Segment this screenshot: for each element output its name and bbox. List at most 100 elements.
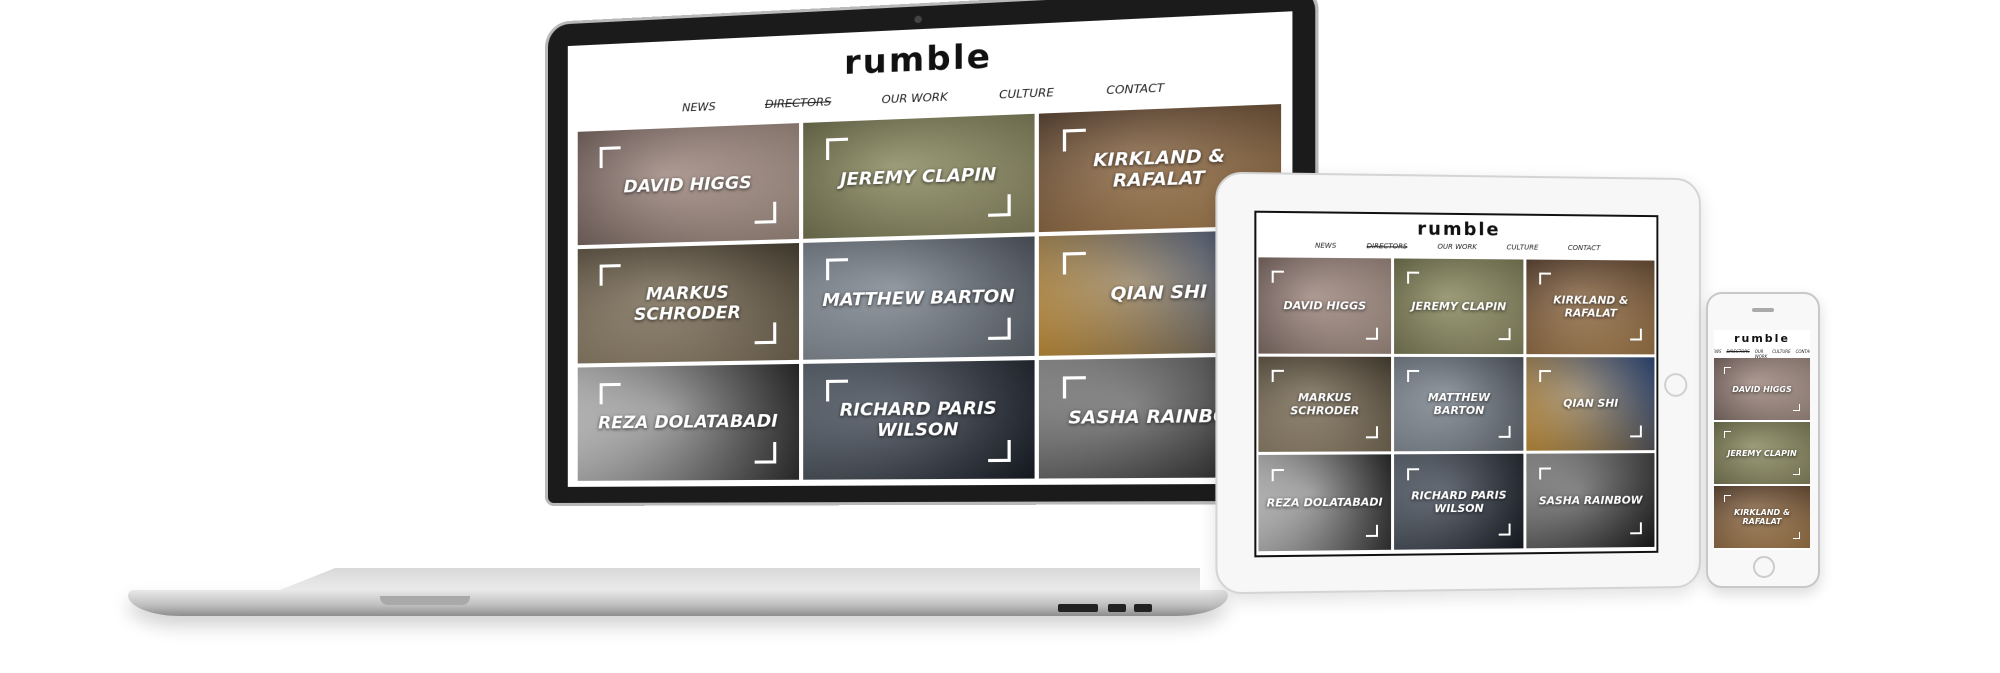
director-tile[interactable]: JEREMY CLAPIN — [1714, 422, 1810, 484]
corner-bracket-icon — [754, 322, 777, 345]
director-tile[interactable]: REZA DOLATABADI — [1258, 454, 1391, 552]
nav-item-our-work[interactable]: OUR WORK — [1437, 243, 1476, 251]
corner-bracket-icon — [599, 382, 621, 404]
corner-bracket-icon — [599, 264, 621, 286]
home-button-icon — [1753, 556, 1775, 578]
corner-bracket-icon — [1723, 494, 1731, 502]
director-tile[interactable]: SASHA RAINBOW — [1526, 453, 1655, 549]
director-tile[interactable]: DAVID HIGGS — [1258, 257, 1391, 354]
corner-bracket-icon — [1406, 369, 1419, 382]
director-tile[interactable]: KIRKLAND & RAFALAT — [1714, 486, 1810, 548]
nav-item-contact[interactable]: CONTACT — [1106, 81, 1164, 97]
nav-item-culture[interactable]: CULTURE — [1507, 243, 1539, 251]
director-name: KIRKLAND & RAFALAT — [1734, 508, 1790, 526]
director-name: MARKUS SCHRODER — [1290, 391, 1360, 418]
nav-item-our-work[interactable]: OUR WORK — [882, 90, 948, 106]
nav-item-directors[interactable]: DIRECTORS — [1367, 242, 1408, 250]
director-tile[interactable]: QIAN SHI — [1526, 356, 1655, 452]
director-name: SASHA RAINBOW — [1538, 493, 1643, 508]
director-tile[interactable]: JEREMY CLAPIN — [803, 113, 1035, 240]
main-nav: NEWS DIRECTORS OUR WORK CULTURE CONTACT — [1256, 241, 1656, 253]
hdmi-port-icon — [1134, 604, 1152, 612]
director-name: MARKUS SCHRODER — [634, 282, 741, 326]
corner-bracket-icon — [1793, 532, 1801, 540]
phone-mockup: rumble NEWSDIRECTORSOUR WORKCULTURECONTA… — [1706, 292, 1820, 588]
corner-bracket-icon — [1365, 328, 1378, 341]
corner-bracket-icon — [825, 258, 848, 281]
director-grid: DAVID HIGGS JEREMY CLAPIN KIRKLAND & RAFAL… — [577, 104, 1282, 481]
nav-item-directors[interactable]: DIRECTORS — [765, 95, 831, 111]
corner-bracket-icon — [1406, 467, 1419, 480]
corner-bracket-icon — [1498, 425, 1511, 438]
director-tile[interactable]: RICHARD PARIS WILSON — [1393, 454, 1524, 550]
director-tile[interactable]: MATTHEW BARTON — [803, 236, 1035, 360]
director-tile[interactable]: DAVID HIGGS — [1714, 358, 1810, 420]
director-name: DAVID HIGGS — [1283, 298, 1367, 313]
corner-bracket-icon — [1365, 524, 1378, 537]
corner-bracket-icon — [1498, 328, 1511, 341]
director-name: RICHARD PARIS WILSON — [1411, 488, 1507, 515]
director-tile[interactable]: KIRKLAND & RAFALAT — [1526, 259, 1655, 355]
tablet-mockup: rumble NEWS DIRECTORS OUR WORK CULTURE CONTA… — [1215, 171, 1701, 595]
sd-port-icon — [1058, 604, 1098, 612]
laptop-notch — [380, 596, 470, 605]
corner-bracket-icon — [1793, 468, 1801, 476]
corner-bracket-icon — [988, 440, 1011, 463]
site-logo[interactable]: rumble — [1256, 217, 1656, 242]
corner-bracket-icon — [1723, 430, 1731, 438]
director-name: MATTHEW BARTON — [1427, 390, 1491, 418]
corner-bracket-icon — [1062, 375, 1086, 399]
corner-bracket-icon — [1630, 329, 1642, 341]
corner-bracket-icon — [1062, 252, 1086, 275]
corner-bracket-icon — [754, 442, 777, 464]
director-tile[interactable]: MATTHEW BARTON — [1393, 356, 1524, 452]
director-name: RICHARD PARIS WILSON — [839, 398, 997, 442]
corner-bracket-icon — [754, 202, 777, 225]
corner-bracket-icon — [1406, 271, 1419, 284]
laptop-base — [128, 590, 1228, 616]
corner-bracket-icon — [1365, 426, 1378, 439]
director-tile[interactable]: MARKUS SCHRODER — [577, 243, 800, 364]
corner-bracket-icon — [599, 146, 621, 169]
director-tile[interactable]: RICHARD PARIS WILSON — [803, 359, 1035, 480]
director-tile[interactable]: REZA DOLATABADI — [577, 363, 800, 481]
director-name: JEREMY CLAPIN — [1411, 299, 1507, 314]
corner-bracket-icon — [1271, 270, 1284, 284]
corner-bracket-icon — [1723, 366, 1731, 374]
director-name: REZA DOLATABADI — [598, 411, 778, 434]
corner-bracket-icon — [1539, 272, 1552, 285]
corner-bracket-icon — [1630, 522, 1642, 535]
speaker-icon — [1752, 308, 1774, 312]
director-tile[interactable]: DAVID HIGGS — [577, 123, 800, 246]
director-name: QIAN SHI — [1110, 281, 1208, 306]
corner-bracket-icon — [1793, 404, 1801, 412]
nav-item-culture[interactable]: CULTURE — [999, 86, 1054, 102]
director-tile[interactable]: MARKUS SCHRODER — [1258, 356, 1391, 453]
director-name: QIAN SHI — [1563, 397, 1619, 411]
tablet-site: rumble NEWS DIRECTORS OUR WORK CULTURE CONTA… — [1254, 210, 1659, 558]
home-button-icon — [1664, 373, 1688, 397]
corner-bracket-icon — [1498, 523, 1511, 536]
usb-port-icon — [1108, 604, 1126, 612]
director-grid: DAVID HIGGS JEREMY CLAPIN KIRKLAND & RAFAL… — [1258, 257, 1655, 552]
corner-bracket-icon — [1539, 467, 1552, 480]
director-name: KIRKLAND & RAFALAT — [1553, 293, 1629, 320]
phone-site: rumble NEWSDIRECTORSOUR WORKCULTURECONTA… — [1714, 330, 1810, 550]
director-name: DAVID HIGGS — [1732, 384, 1792, 394]
corner-bracket-icon — [825, 379, 848, 402]
nav-item-contact[interactable]: CONTACT — [1568, 244, 1601, 252]
webcam-icon — [914, 15, 922, 24]
director-tile[interactable]: JEREMY CLAPIN — [1393, 258, 1524, 354]
director-name: JEREMY CLAPIN — [1727, 448, 1797, 458]
corner-bracket-icon — [988, 194, 1011, 218]
director-name: REZA DOLATABADI — [1266, 495, 1383, 510]
site-logo[interactable]: rumble — [1714, 332, 1810, 345]
nav-item-news[interactable]: NEWS — [682, 100, 716, 115]
corner-bracket-icon — [1062, 128, 1086, 152]
corner-bracket-icon — [1271, 369, 1284, 382]
nav-item-news[interactable]: NEWS — [1315, 242, 1336, 250]
corner-bracket-icon — [1630, 425, 1642, 438]
corner-bracket-icon — [1539, 369, 1552, 382]
laptop-mockup: rumble NEWS DIRECTORS OUR WORK CULTURE CONTA… — [548, 0, 1316, 503]
corner-bracket-icon — [1271, 468, 1284, 481]
